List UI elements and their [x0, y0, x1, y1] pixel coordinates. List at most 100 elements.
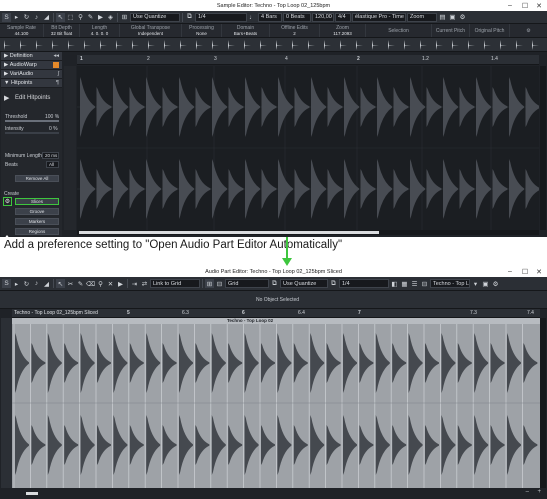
- maximize-icon[interactable]: ☐: [518, 266, 532, 277]
- min-length-field[interactable]: 20 ms: [42, 152, 59, 159]
- settings-icon[interactable]: ⚙: [458, 13, 467, 22]
- signature-field[interactable]: 4/4: [335, 12, 351, 22]
- intensity-slider[interactable]: [5, 132, 59, 134]
- overview-line[interactable]: [0, 38, 547, 52]
- info-settings[interactable]: ⚙: [510, 24, 547, 37]
- quantize-grid-icon[interactable]: ⧉: [329, 279, 338, 288]
- object-selection-icon[interactable]: ↖: [56, 279, 65, 288]
- section-definition[interactable]: ▶ Definition ◂◂: [1, 52, 62, 61]
- section-audiowarp[interactable]: ▶ AudioWarp: [1, 61, 62, 70]
- quantize-mode-select[interactable]: Use Quantize: [280, 279, 328, 288]
- acoustic-feedback-icon[interactable]: ♪: [32, 279, 41, 288]
- remove-all-button[interactable]: Remove All: [15, 175, 59, 182]
- zoom-out-icon[interactable]: –: [526, 489, 529, 495]
- horizontal-scrollbar[interactable]: [77, 230, 539, 235]
- close-icon[interactable]: ✕: [532, 0, 546, 11]
- info-value[interactable]: 2: [293, 31, 296, 36]
- length-field[interactable]: 4 Bars: [258, 12, 282, 22]
- create-settings-icon[interactable]: ⚙: [3, 197, 12, 206]
- part-select[interactable]: Techno - Top L...: [430, 279, 470, 288]
- volume-icon[interactable]: ◢: [42, 279, 51, 288]
- link-to-grid-select[interactable]: Link to Grid: [150, 279, 200, 288]
- color-palette-icon[interactable]: ▦: [400, 279, 409, 288]
- create-slices-button[interactable]: Slices: [15, 198, 59, 205]
- draw-icon[interactable]: ✎: [86, 13, 95, 22]
- info-value[interactable]: 117.2093: [333, 31, 351, 36]
- overview-transient: [244, 40, 251, 50]
- grid-select[interactable]: Grid: [225, 279, 269, 288]
- play-tool-icon[interactable]: ▶: [96, 13, 105, 22]
- info-value[interactable]: Bars+Beats: [234, 31, 257, 36]
- edit-hitpoints-button[interactable]: ▶ Edit Hitpoints: [1, 92, 62, 106]
- info-value[interactable]: 4. 0. 0. 0: [91, 31, 109, 36]
- bottom-scrollbar[interactable]: – +: [0, 488, 547, 499]
- scrollbar-thumb[interactable]: [79, 231, 379, 234]
- scrollbar-thumb[interactable]: [26, 492, 38, 495]
- layout-icon[interactable]: ▣: [481, 279, 490, 288]
- create-regions-button[interactable]: Regions: [15, 228, 59, 235]
- ruler-bar: 6: [242, 310, 245, 316]
- quantize-icon[interactable]: ⧉: [270, 279, 279, 288]
- maximize-icon[interactable]: ☐: [518, 0, 532, 11]
- window-layout-icon[interactable]: ▤: [438, 13, 447, 22]
- minimize-icon[interactable]: –: [503, 0, 517, 11]
- solo-icon[interactable]: S: [2, 12, 11, 22]
- slices-display[interactable]: Techno - Top Loop 02: [12, 318, 540, 488]
- lane-display-icon[interactable]: ⊟: [420, 279, 429, 288]
- sample-editor-ruler[interactable]: 1 2 3 4 2 1.2 1.4: [77, 55, 539, 65]
- section-hitpoints[interactable]: ▼ Hitpoints ¶: [1, 79, 62, 88]
- overview-transient: [148, 40, 155, 50]
- play-tool-icon[interactable]: ▶: [116, 279, 125, 288]
- panel-icon[interactable]: ▣: [448, 13, 457, 22]
- erase-icon[interactable]: ⌫: [86, 279, 95, 288]
- info-settings-icon[interactable]: ⚙: [526, 28, 530, 34]
- quantize-icon[interactable]: ⧉: [185, 13, 194, 22]
- section-variaudio[interactable]: ▶ VariAudio ʃ: [1, 70, 62, 79]
- snap-icon[interactable]: ⊞: [120, 13, 129, 22]
- link-icon[interactable]: ⇄: [140, 279, 149, 288]
- loop-icon[interactable]: ↻: [22, 279, 31, 288]
- beats-select[interactable]: All: [46, 161, 59, 168]
- part-editor-ruler[interactable]: Techno - Top Loop 02_125bpm Sliced 5 6.3…: [12, 309, 540, 318]
- lane-icon[interactable]: ☰: [410, 279, 419, 288]
- vertical-scrollbar[interactable]: [540, 66, 546, 230]
- volume-icon[interactable]: ◢: [42, 13, 51, 22]
- color-icon[interactable]: ◧: [390, 279, 399, 288]
- algorithm-select[interactable]: élastique Pro - Time: [352, 12, 406, 22]
- scrub-icon[interactable]: ◈: [106, 13, 115, 22]
- range-selection-icon[interactable]: ⬚: [66, 13, 75, 22]
- zoom-icon[interactable]: ⚲: [96, 279, 105, 288]
- beats-field[interactable]: 0 Beats: [283, 12, 311, 22]
- minimize-icon[interactable]: –: [503, 266, 517, 277]
- threshold-slider[interactable]: [5, 120, 59, 122]
- auto-scroll-icon[interactable]: ⇥: [130, 279, 139, 288]
- info-value[interactable]: Independent: [138, 31, 163, 36]
- settings-icon[interactable]: ⚙: [491, 279, 500, 288]
- musical-mode-icon[interactable]: ♩: [248, 13, 257, 22]
- create-groove-button[interactable]: Groove: [15, 208, 59, 215]
- acoustic-feedback-icon[interactable]: ♪: [32, 13, 41, 22]
- close-icon[interactable]: ✕: [532, 266, 546, 277]
- dropdown-icon[interactable]: ▾: [471, 279, 480, 288]
- quantize-value-select[interactable]: 1/4: [339, 279, 389, 288]
- waveform-display[interactable]: [77, 66, 541, 230]
- solo-icon[interactable]: S: [2, 279, 11, 288]
- draw-icon[interactable]: ✎: [76, 279, 85, 288]
- vertical-scrollbar[interactable]: [540, 318, 546, 488]
- zoom-in-icon[interactable]: +: [537, 489, 541, 495]
- listen-icon[interactable]: ▸: [12, 279, 21, 288]
- mute-icon[interactable]: ✕: [106, 279, 115, 288]
- object-selection-icon[interactable]: ↖: [56, 12, 65, 22]
- split-icon[interactable]: ✂: [66, 279, 75, 288]
- loop-icon[interactable]: ↻: [22, 13, 31, 22]
- quantize-mode-select[interactable]: Use Quantize: [130, 12, 180, 22]
- quantize-value-select[interactable]: 1/4: [195, 12, 247, 22]
- snap-icon[interactable]: ⊞: [205, 279, 214, 288]
- snap-mode-icon[interactable]: ⊟: [215, 279, 224, 288]
- zoom-select[interactable]: Zoom: [407, 12, 437, 22]
- listen-icon[interactable]: ▸: [12, 13, 21, 22]
- create-markers-button[interactable]: Markers: [15, 218, 59, 225]
- info-value[interactable]: None: [196, 31, 207, 36]
- zoom-icon[interactable]: ⚲: [76, 13, 85, 22]
- tempo-field[interactable]: 120,00: [312, 12, 334, 22]
